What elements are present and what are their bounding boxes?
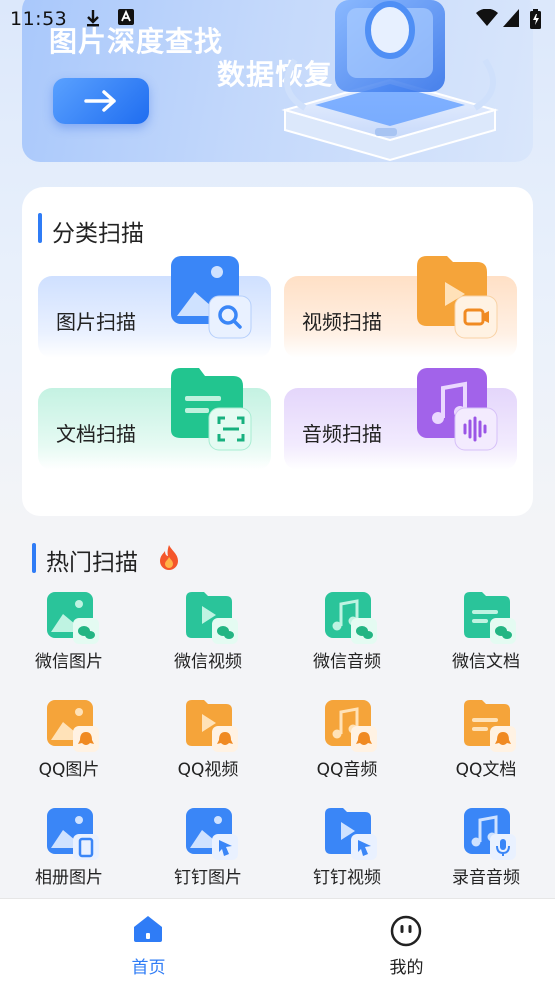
hot-item-qq-video[interactable]: QQ视频: [139, 692, 277, 792]
hot-item-dingtalk-image[interactable]: 钉钉图片: [139, 800, 277, 900]
hot-section-title: 热门扫描: [46, 550, 138, 576]
hot-item-label: QQ视频: [177, 760, 239, 780]
hot-item-label: 录音音频: [452, 868, 520, 888]
qq-audio-icon: [325, 700, 377, 752]
section-marker: [38, 213, 42, 243]
hot-item-label: 钉钉视频: [313, 868, 381, 888]
image-scan-label: 图片扫描: [56, 310, 136, 334]
recording-audio-icon: [464, 808, 516, 860]
video-scan-label: 视频扫描: [302, 310, 382, 334]
wechat-document-icon: [464, 592, 516, 644]
nav-home[interactable]: 首页: [10, 899, 287, 983]
hot-item-dingtalk-video[interactable]: 钉钉视频: [278, 800, 416, 900]
hot-item-label: QQ图片: [38, 760, 100, 780]
hot-item-label: 微信文档: [452, 652, 520, 672]
wechat-image-icon: [47, 592, 99, 644]
image-search-icon: [171, 256, 252, 339]
hot-item-qq-image[interactable]: QQ图片: [0, 692, 138, 792]
battery-icon: [530, 9, 541, 33]
document-scan-label: 文档扫描: [56, 422, 136, 446]
audio-scan-icon: [417, 368, 498, 451]
qq-image-icon: [47, 700, 99, 752]
status-time: 11:53: [10, 8, 68, 30]
fire-icon: [160, 545, 178, 570]
hot-item-wechat-document[interactable]: 微信文档: [417, 584, 555, 684]
hot-item-wechat-audio[interactable]: 微信音频: [278, 584, 416, 684]
arrow-right-icon: [84, 90, 116, 112]
document-scan-icon: [171, 368, 252, 451]
nav-mine[interactable]: 我的: [268, 899, 545, 983]
hot-item-recording-audio[interactable]: 录音音频: [417, 800, 555, 900]
audio-scan-button[interactable]: 音频扫描: [284, 368, 517, 470]
video-scan-button[interactable]: 视频扫描: [284, 256, 517, 358]
dingtalk-image-icon: [186, 808, 238, 860]
hot-item-qq-audio[interactable]: QQ音频: [278, 692, 416, 792]
image-scan-button[interactable]: 图片扫描: [38, 256, 271, 358]
hot-item-label: 相册图片: [35, 868, 103, 888]
hot-item-label: QQ音频: [316, 760, 378, 780]
wechat-video-icon: [186, 592, 238, 644]
audio-scan-label: 音频扫描: [302, 422, 382, 446]
hot-item-wechat-video[interactable]: 微信视频: [139, 584, 277, 684]
bottom-navigation: 首页 我的: [0, 898, 555, 983]
notification-icon: [118, 9, 134, 29]
hot-item-album-image[interactable]: 相册图片: [0, 800, 138, 900]
banner-arrow-button[interactable]: [53, 78, 149, 124]
hot-item-qq-document[interactable]: QQ文档: [417, 692, 555, 792]
hot-item-label: 微信视频: [174, 652, 242, 672]
document-scan-button[interactable]: 文档扫描: [38, 368, 271, 470]
video-scan-icon: [417, 256, 498, 339]
nav-mine-label: 我的: [389, 958, 424, 978]
wifi-icon: [476, 8, 498, 31]
section-marker: [32, 543, 36, 573]
smiley-face-icon: [390, 915, 422, 947]
home-icon: [134, 916, 162, 942]
hot-item-label: 钉钉图片: [174, 868, 242, 888]
dingtalk-video-icon: [325, 808, 377, 860]
hot-item-label: 微信音频: [313, 652, 381, 672]
hot-item-wechat-image[interactable]: 微信图片: [0, 584, 138, 684]
hot-item-label: QQ文档: [455, 760, 517, 780]
album-image-icon: [47, 808, 99, 860]
wechat-audio-icon: [325, 592, 377, 644]
qq-video-icon: [186, 700, 238, 752]
qq-document-icon: [464, 700, 516, 752]
hot-item-label: 微信图片: [35, 652, 103, 672]
signal-icon: [503, 9, 519, 31]
nav-home-label: 首页: [131, 958, 166, 978]
category-section-title: 分类扫描: [52, 221, 144, 247]
status-bar: 11:53: [0, 0, 555, 36]
download-icon: [86, 9, 100, 31]
